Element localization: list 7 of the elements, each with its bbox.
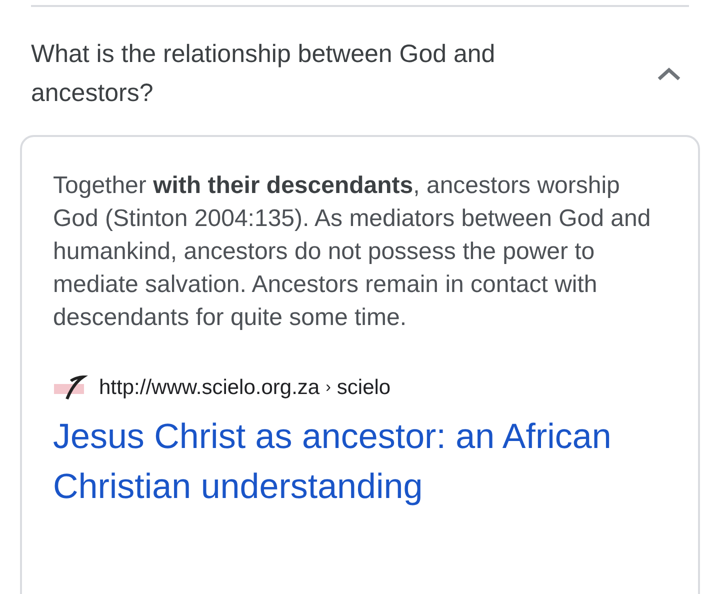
source-url: http://www.scielo.org.za — [99, 375, 320, 401]
faq-question[interactable]: What is the relationship between God and ancestors? — [31, 35, 591, 113]
chevron-icon[interactable] — [656, 66, 682, 82]
breadcrumb: scielo — [336, 375, 391, 401]
breadcrumb-separator: › — [326, 378, 331, 398]
result-title-link[interactable]: Jesus Christ as ancestor: an African Christian understanding — [53, 412, 653, 512]
answer-snippet: Together with their descendants, ancestors worship God (Stinton 2004:135). As mediators between God and humankind, ancestors do not possess the power to mediate salvation. Ancestors remain in contact with descendants for quite some time. — [53, 171, 652, 333]
